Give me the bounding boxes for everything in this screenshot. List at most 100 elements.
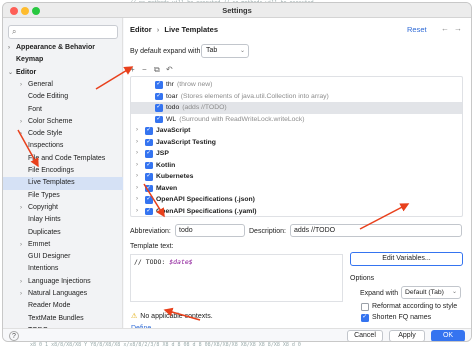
template-checkbox[interactable]: ✓	[145, 184, 153, 192]
template-group-row[interactable]: › ✓ Kotlin	[131, 160, 462, 172]
sidebar-item[interactable]: Keymap	[3, 54, 123, 66]
chevron-right-icon[interactable]: ›	[20, 239, 22, 251]
sidebar-item-label: General	[28, 80, 53, 88]
copy-icon[interactable]: ⧉	[154, 65, 160, 75]
template-row[interactable]: ✓ toar (Stores elements of java.util.Colle…	[131, 91, 462, 103]
template-row[interactable]: ✓ todo (adds //TODO)	[131, 102, 462, 114]
template-checkbox[interactable]: ✓	[145, 138, 153, 146]
template-abbreviation: todo	[166, 104, 180, 111]
chevron-right-icon[interactable]: ›	[20, 79, 22, 91]
sidebar-item[interactable]: Intentions	[3, 263, 123, 275]
sidebar-item[interactable]: › Code Style	[3, 128, 123, 140]
sidebar-item[interactable]: Inspections	[3, 140, 123, 152]
settings-search-input[interactable]: ⌕	[8, 25, 118, 39]
template-checkbox[interactable]: ✓	[145, 161, 153, 169]
template-checkbox[interactable]: ✓	[145, 207, 153, 215]
sidebar-item[interactable]: › Appearance & Behavior	[3, 42, 123, 54]
ok-button[interactable]: OK	[431, 330, 465, 341]
edit-variables-button[interactable]: Edit Variables...	[350, 252, 463, 266]
forward-arrow-icon[interactable]: →	[454, 24, 462, 33]
chevron-right-icon[interactable]: ›	[136, 125, 138, 137]
default-expand-select[interactable]: Tab ⌄	[201, 44, 249, 58]
template-group-row[interactable]: › ✓ Kubernetes	[131, 171, 462, 183]
sidebar-item[interactable]: Code Editing	[3, 91, 123, 103]
template-name: JavaScript Testing	[156, 137, 216, 149]
template-row[interactable]: ✓ thr (throw new)	[131, 79, 462, 91]
sidebar-item[interactable]: TextMate Bundles	[3, 313, 123, 325]
template-checkbox[interactable]: ✓	[155, 104, 163, 112]
abbreviation-input[interactable]: todo	[175, 224, 245, 237]
sidebar-item-label: TextMate Bundles	[28, 314, 84, 322]
template-text-label: Template text:	[130, 243, 174, 250]
chevron-right-icon[interactable]: ›	[136, 160, 138, 172]
chevron-right-icon[interactable]: ›	[20, 288, 22, 300]
template-group-row[interactable]: › ✓ JavaScript	[131, 125, 462, 137]
sidebar-item[interactable]: Reader Mode	[3, 300, 123, 312]
template-text-editor[interactable]: // TODO: $date$	[130, 254, 343, 302]
templates-list: ✓ thr (throw new) ✓ toar (Stores elements of …	[130, 76, 463, 217]
back-arrow-icon[interactable]: ←	[441, 24, 449, 33]
template-abbreviation: JavaScript	[156, 127, 191, 134]
template-group-row[interactable]: › ✓ JSP	[131, 148, 462, 160]
template-group-row[interactable]: › ✓ JavaScript Testing	[131, 137, 462, 149]
sidebar-item[interactable]: Live Templates	[3, 177, 123, 190]
chevron-right-icon[interactable]: ›	[136, 171, 138, 183]
sidebar-item[interactable]: File and Code Templates	[3, 153, 123, 165]
sidebar-item[interactable]: › General	[3, 79, 123, 91]
sidebar-item[interactable]: File Types	[3, 190, 123, 202]
sidebar-item-label: Copyright	[28, 203, 58, 211]
sidebar-item[interactable]: › Copyright	[3, 202, 123, 214]
chevron-down-icon: ⌄	[239, 48, 245, 54]
cancel-button[interactable]: Cancel	[347, 330, 383, 341]
sidebar-item[interactable]: Duplicates	[3, 227, 123, 239]
template-group-row[interactable]: › ✓ OpenAPI Specifications (.yaml)	[131, 206, 462, 217]
shorten-fq-checkbox[interactable]: ✓	[361, 314, 369, 322]
template-group-row[interactable]: › ✓ OpenAPI Specifications (.json)	[131, 194, 462, 206]
chevron-right-icon[interactable]: ›	[20, 276, 22, 288]
sidebar-item[interactable]: › Language Injections	[3, 276, 123, 288]
breadcrumb-parent[interactable]: Editor	[130, 25, 152, 34]
remove-icon[interactable]: −	[142, 65, 147, 74]
template-description: (throw new)	[176, 81, 213, 88]
chevron-right-icon[interactable]: ›	[136, 183, 138, 195]
template-checkbox[interactable]: ✓	[145, 150, 153, 158]
template-checkbox[interactable]: ✓	[155, 115, 163, 123]
description-label: Description:	[249, 228, 286, 235]
sidebar-item[interactable]: › Natural Languages	[3, 288, 123, 300]
chevron-right-icon[interactable]: ›	[8, 42, 10, 54]
template-checkbox[interactable]: ✓	[155, 92, 163, 100]
chevron-right-icon[interactable]: ›	[136, 194, 138, 206]
sidebar-item[interactable]: ⌄ Editor	[3, 67, 123, 79]
sidebar-item[interactable]: › Emmet	[3, 239, 123, 251]
restore-icon[interactable]: ↶	[166, 65, 173, 74]
sidebar-item-label: Emmet	[28, 240, 51, 248]
sidebar-item[interactable]: › Color Scheme	[3, 116, 123, 128]
sidebar-item[interactable]: File Encodings	[3, 165, 123, 177]
template-row[interactable]: ✓ WL (Surround with ReadWriteLock.writeLoc…	[131, 114, 462, 126]
apply-button[interactable]: Apply	[389, 330, 425, 341]
template-checkbox[interactable]: ✓	[155, 81, 163, 89]
chevron-right-icon[interactable]: ›	[136, 206, 138, 217]
chevron-right-icon[interactable]: ›	[136, 148, 138, 160]
chevron-right-icon[interactable]: ›	[20, 116, 22, 128]
reset-link[interactable]: Reset	[407, 25, 427, 34]
template-checkbox[interactable]: ✓	[145, 173, 153, 181]
template-checkbox[interactable]: ✓	[145, 127, 153, 135]
template-checkbox[interactable]: ✓	[145, 196, 153, 204]
sidebar-item[interactable]: Font	[3, 104, 123, 116]
reformat-label: Reformat according to style	[372, 303, 458, 310]
help-button[interactable]: ?	[9, 331, 19, 341]
chevron-right-icon[interactable]: ›	[20, 128, 22, 140]
chevron-right-icon[interactable]: ›	[20, 202, 22, 214]
template-group-row[interactable]: › ✓ Maven	[131, 183, 462, 195]
sidebar-item[interactable]: GUI Designer	[3, 251, 123, 263]
reformat-checkbox[interactable]	[361, 303, 369, 311]
chevron-right-icon[interactable]: ›	[136, 137, 138, 149]
description-input[interactable]: adds //TODO	[290, 224, 462, 237]
abbreviation-label: Abbreviation:	[130, 228, 171, 235]
chevron-down-icon[interactable]: ⌄	[8, 67, 13, 79]
expand-with-select[interactable]: Default (Tab) ⌄	[401, 286, 461, 299]
add-icon[interactable]: +	[130, 65, 135, 74]
sidebar-item[interactable]: Inlay Hints	[3, 214, 123, 226]
search-icon: ⌕	[12, 27, 17, 36]
